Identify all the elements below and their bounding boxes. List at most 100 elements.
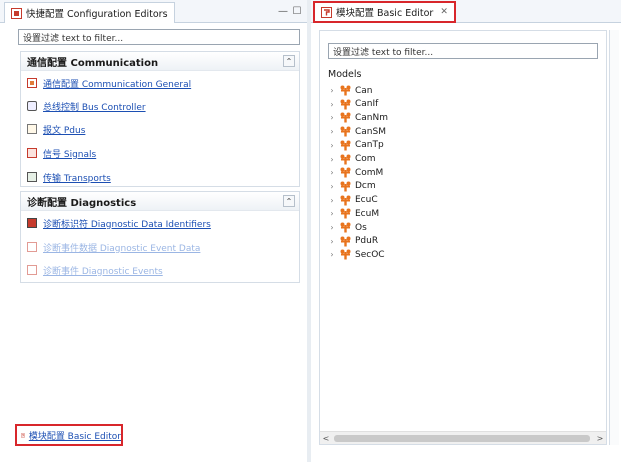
item-communication-general[interactable]: 通信配置 Communication General (27, 75, 191, 91)
diagnostics-section-header[interactable]: 诊断配置 Diagnostics ⌃ (21, 192, 299, 211)
basic-editor-link[interactable]: 模块配置 Basic Editor (15, 424, 123, 446)
tree-item-label: CanIf (355, 99, 379, 110)
basic-editor-view: 模块配置 Basic Editor ✕ Models › Can › CanIf › Ca… (311, 0, 621, 462)
tree-item[interactable]: › SecOC (328, 248, 385, 261)
tree-item-label: PduR (355, 236, 379, 247)
tree-item[interactable]: › Os (328, 221, 367, 234)
scrollbar-thumb[interactable] (334, 435, 590, 442)
tree-item[interactable]: › CanNm (328, 111, 388, 124)
module-icon (340, 154, 351, 164)
tree-item[interactable]: › Can (328, 84, 373, 97)
bus-controller-icon (27, 101, 37, 111)
tree-item[interactable]: › CanTp (328, 139, 384, 152)
expand-chevron-icon[interactable]: › (328, 113, 336, 122)
section-title: 通信配置 Communication (27, 57, 159, 69)
communication-section: 通信配置 Communication ⌃ 通信配置 Communication … (20, 51, 300, 187)
right-tab-bar: 模块配置 Basic Editor ✕ (311, 0, 621, 23)
expand-chevron-icon[interactable]: › (328, 237, 336, 246)
tree-item[interactable]: › Com (328, 153, 376, 166)
tree-item[interactable]: › PduR (328, 235, 378, 248)
item-label[interactable]: 通信配置 Communication General (43, 77, 191, 90)
item-bus-controller[interactable]: 总线控制 Bus Controller (27, 98, 146, 114)
tree-item-label: CanNm (355, 112, 389, 123)
item-diagnostic-data-identifiers[interactable]: 诊断标识符 Diagnostic Data Identifiers (27, 215, 211, 231)
tree-item-label: Os (355, 222, 367, 233)
tree-item[interactable]: › CanSM (328, 125, 386, 138)
configuration-editors-view: 快捷配置 Configuration Editors — ☐ 通信配置 Comm… (0, 0, 307, 462)
minimize-button[interactable]: — (276, 4, 290, 18)
tab-label: 快捷配置 Configuration Editors (26, 9, 168, 20)
scroll-right-button[interactable]: > (594, 432, 606, 445)
section-title: 诊断配置 Diagnostics (27, 197, 137, 209)
tree-item[interactable]: › EcuM (328, 207, 379, 220)
module-icon (340, 208, 351, 219)
expand-chevron-icon[interactable]: › (328, 250, 336, 259)
expand-chevron-icon[interactable]: › (328, 209, 336, 218)
chevron-left-icon: < (322, 434, 330, 443)
basic-editor-icon (21, 433, 25, 437)
module-icon (340, 112, 351, 123)
item-label[interactable]: 总线控制 Bus Controller (43, 100, 146, 113)
module-icon (340, 140, 351, 151)
expand-chevron-icon[interactable]: › (328, 168, 336, 177)
item-label[interactable]: 诊断标识符 Diagnostic Data Identifiers (43, 217, 211, 230)
item-label[interactable]: 报文 Pdus (43, 123, 85, 136)
expand-chevron-icon[interactable]: › (328, 127, 336, 136)
item-label: 诊断事件数据 Diagnostic Event Data (43, 243, 201, 254)
module-icon (340, 181, 351, 192)
transport-icon (27, 172, 37, 182)
item-pdus[interactable]: 报文 Pdus (27, 121, 85, 137)
tree-item-label: Can (355, 85, 373, 96)
item-diagnostic-events: 诊断事件 Diagnostic Events (27, 262, 163, 278)
communication-icon (27, 78, 37, 88)
module-icon (340, 99, 351, 110)
signal-icon (27, 148, 37, 158)
item-signals[interactable]: 信号 Signals (27, 145, 96, 161)
collapse-icon[interactable]: ⌃ (283, 195, 295, 207)
event-data-icon (27, 242, 37, 252)
tree-item[interactable]: › EcuC (328, 194, 378, 207)
tree-item-label: ComM (355, 167, 384, 178)
scroll-left-button[interactable]: < (320, 432, 332, 445)
model-filter-input[interactable] (328, 43, 598, 59)
tree-item[interactable]: › Dcm (328, 180, 376, 193)
module-icon (340, 195, 351, 206)
minimize-icon: — (278, 5, 288, 17)
expand-chevron-icon[interactable]: › (328, 86, 336, 95)
models-panel: Models ›Can›CanIf›CanNm›CanSM›CanTp›Com›… (319, 30, 607, 445)
tree-item[interactable]: › ComM (328, 166, 383, 179)
tree-item[interactable]: › CanIf (328, 98, 378, 111)
expand-chevron-icon[interactable]: › (328, 182, 336, 191)
maximize-icon: ☐ (292, 5, 302, 17)
tree-item-label: CanTp (355, 140, 384, 151)
basic-editor-link-label[interactable]: 模块配置 Basic Editor (29, 429, 121, 442)
maximize-button[interactable]: ☐ (290, 4, 304, 18)
basic-editor-tab-icon (321, 6, 332, 18)
module-icon (340, 222, 351, 233)
configuration-editors-icon (11, 7, 22, 19)
expand-chevron-icon[interactable]: › (328, 100, 336, 109)
item-label[interactable]: 传输 Transports (43, 171, 111, 184)
tab-basic-editor[interactable]: 模块配置 Basic Editor ✕ (313, 1, 456, 23)
close-icon[interactable]: ✕ (440, 7, 448, 17)
tree-item-label: Dcm (355, 181, 376, 192)
expand-chevron-icon[interactable]: › (328, 196, 336, 205)
left-filter-input[interactable] (18, 29, 300, 45)
tree-item-label: Com (355, 154, 376, 164)
item-transports[interactable]: 传输 Transports (27, 169, 111, 185)
event-icon (27, 265, 37, 275)
tab-configuration-editors[interactable]: 快捷配置 Configuration Editors (4, 2, 175, 23)
diagnostics-section: 诊断配置 Diagnostics ⌃ 诊断标识符 Diagnostic Data… (20, 191, 300, 283)
item-label[interactable]: 信号 Signals (43, 147, 96, 160)
tree-item-label: EcuM (355, 208, 380, 219)
communication-section-header[interactable]: 通信配置 Communication ⌃ (21, 52, 299, 71)
collapse-icon[interactable]: ⌃ (283, 55, 295, 67)
module-icon (340, 249, 351, 260)
module-icon (340, 167, 351, 178)
module-icon (340, 236, 351, 247)
horizontal-scrollbar[interactable]: < > (320, 431, 606, 444)
expand-chevron-icon[interactable]: › (328, 223, 336, 232)
expand-chevron-icon[interactable]: › (328, 141, 336, 150)
expand-chevron-icon[interactable]: › (328, 155, 336, 164)
left-tab-bar: 快捷配置 Configuration Editors — ☐ (0, 0, 307, 23)
